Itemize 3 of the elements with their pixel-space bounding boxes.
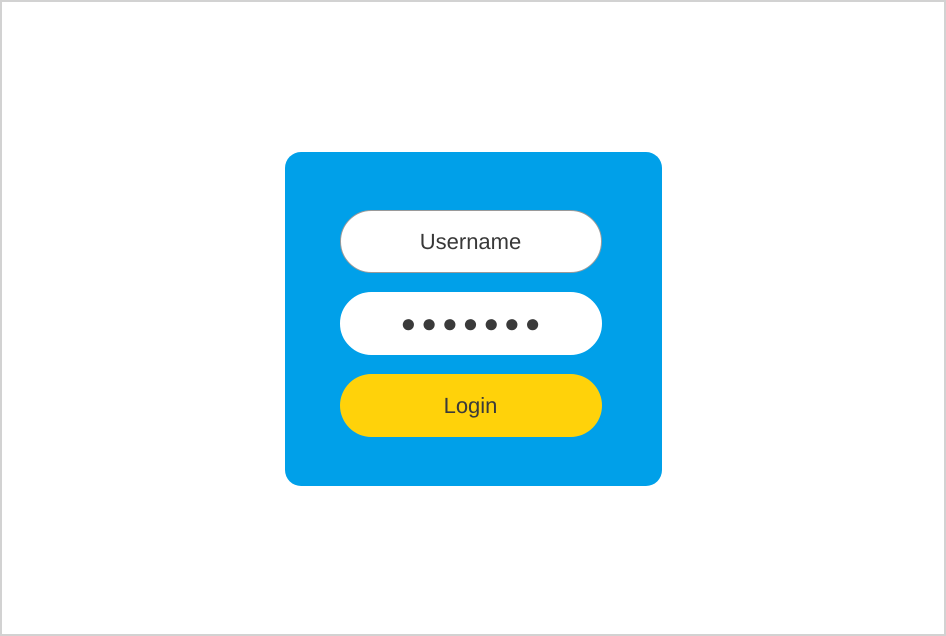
login-button[interactable]: Login [340,374,602,437]
password-field[interactable]: ●●●●●●● [340,292,602,355]
username-field[interactable]: Username [340,210,602,273]
